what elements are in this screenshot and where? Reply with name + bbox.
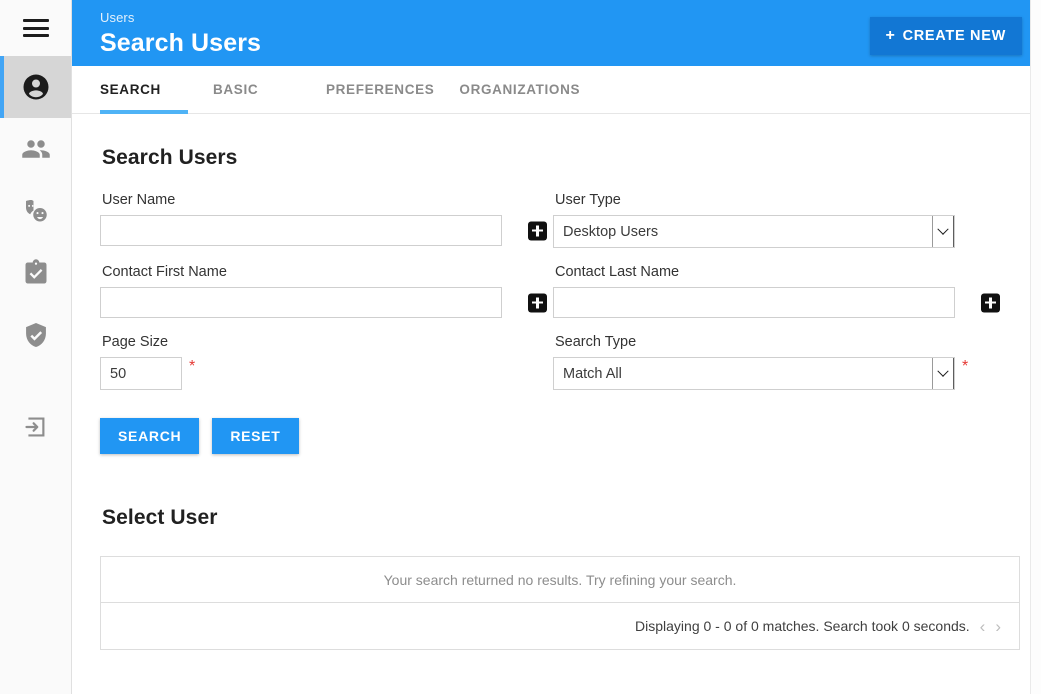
account-circle-icon [21, 72, 51, 102]
scrollbar-track[interactable] [1030, 0, 1041, 694]
create-new-label: CREATE NEW [902, 28, 1006, 44]
field-contact-first-name: Contact First Name [100, 264, 553, 318]
page-size-label: Page Size [102, 334, 169, 350]
tab-basic-label: BASIC [213, 82, 259, 97]
search-type-select[interactable]: Match All [553, 357, 955, 390]
contact-first-name-input-wrap [100, 287, 553, 318]
page-header: Users Search Users + CREATE NEW [72, 0, 1030, 66]
create-new-button[interactable]: + CREATE NEW [869, 17, 1022, 55]
user-name-input-wrap [100, 215, 553, 246]
search-type-required-marker: * [962, 358, 969, 375]
add-icon[interactable] [528, 293, 547, 312]
main-area: Users Search Users + CREATE NEW SEARCH B… [72, 0, 1041, 694]
contact-first-name-input[interactable] [100, 287, 502, 318]
user-type-value: Desktop Users [563, 223, 659, 240]
sidebar-item-login[interactable] [0, 396, 71, 458]
reset-button[interactable]: RESET [212, 418, 299, 454]
search-type-value: Match All [563, 365, 622, 382]
hamburger-menu-button[interactable] [0, 0, 71, 56]
clipboard-check-icon [22, 259, 50, 287]
contact-last-name-input[interactable] [553, 287, 955, 318]
form-actions: SEARCH RESET [100, 418, 1006, 454]
app-root: Users Search Users + CREATE NEW SEARCH B… [0, 0, 1041, 694]
shield-check-icon [22, 321, 50, 349]
page-size-input[interactable] [100, 357, 182, 390]
contact-first-name-label: Contact First Name [102, 264, 227, 280]
search-type-select-wrap: Match All * [553, 357, 1006, 390]
field-user-name: User Name [100, 192, 553, 248]
form-row-1: User Name User Type Desktop Users [100, 192, 1006, 264]
tab-bar: SEARCH BASIC PREFERENCES ORGANIZATIONS [72, 66, 1030, 114]
contact-last-name-input-wrap [553, 287, 1006, 318]
add-icon[interactable] [981, 293, 1000, 312]
tab-search-label: SEARCH [100, 82, 161, 97]
search-users-heading: Search Users [102, 146, 238, 169]
sidebar-item-tasks[interactable] [0, 242, 71, 304]
select-user-heading: Select User [102, 506, 218, 529]
results-footer: Displaying 0 - 0 of 0 matches. Search to… [101, 603, 1019, 649]
sidebar-item-roles[interactable] [0, 180, 71, 242]
sidebar-item-groups[interactable] [0, 118, 71, 180]
field-user-type: User Type Desktop Users [553, 192, 1006, 248]
results-status: Displaying 0 - 0 of 0 matches. Search to… [635, 618, 970, 634]
page-size-required-marker: * [189, 358, 196, 375]
user-type-select[interactable]: Desktop Users [553, 215, 955, 248]
next-page-icon[interactable]: › [995, 618, 1001, 635]
search-form: User Name User Type Desktop Users Contac… [100, 192, 1006, 454]
pagination: ‹ › [980, 618, 1001, 635]
user-type-label: User Type [555, 192, 621, 208]
plus-icon: + [885, 27, 896, 44]
tab-preferences[interactable]: PREFERENCES [326, 66, 446, 113]
add-icon[interactable] [528, 221, 547, 240]
no-results-message: Your search returned no results. Try ref… [101, 557, 1019, 603]
header-titles: Users Search Users [100, 8, 261, 59]
previous-page-icon[interactable]: ‹ [980, 618, 986, 635]
chevron-down-icon[interactable] [932, 358, 954, 389]
search-button[interactable]: SEARCH [100, 418, 200, 454]
tab-organizations-label: ORGANIZATIONS [459, 82, 581, 97]
exit-to-app-icon [23, 414, 49, 440]
chevron-down-icon[interactable] [932, 216, 954, 247]
sidebar [0, 0, 72, 694]
field-page-size: Page Size * [100, 334, 553, 390]
field-search-type: Search Type Match All * [553, 334, 1006, 390]
user-name-input[interactable] [100, 215, 502, 246]
user-name-label: User Name [102, 192, 176, 208]
field-contact-last-name: Contact Last Name [553, 264, 1006, 318]
sidebar-item-security[interactable] [0, 304, 71, 366]
theater-masks-icon [21, 196, 51, 226]
breadcrumb: Users [100, 10, 135, 25]
tab-search[interactable]: SEARCH [100, 66, 200, 114]
form-row-3: Page Size * Search Type Match All [100, 334, 1006, 406]
results-table: Your search returned no results. Try ref… [100, 556, 1020, 650]
tab-preferences-label: PREFERENCES [326, 82, 435, 97]
content-area: Search Users User Name User Type Desktop… [72, 114, 1041, 694]
form-row-2: Contact First Name Contact Last Name [100, 264, 1006, 334]
tab-organizations[interactable]: ORGANIZATIONS [459, 66, 592, 113]
tab-basic[interactable]: BASIC [213, 66, 313, 113]
contact-last-name-label: Contact Last Name [555, 264, 680, 280]
page-title: Search Users [100, 29, 262, 57]
page-size-input-wrap: * [100, 357, 553, 390]
people-group-icon [21, 134, 51, 164]
search-type-label: Search Type [555, 334, 637, 350]
sidebar-item-users[interactable] [0, 56, 71, 118]
hamburger-icon [22, 19, 49, 37]
user-type-select-wrap: Desktop Users [553, 215, 1006, 248]
